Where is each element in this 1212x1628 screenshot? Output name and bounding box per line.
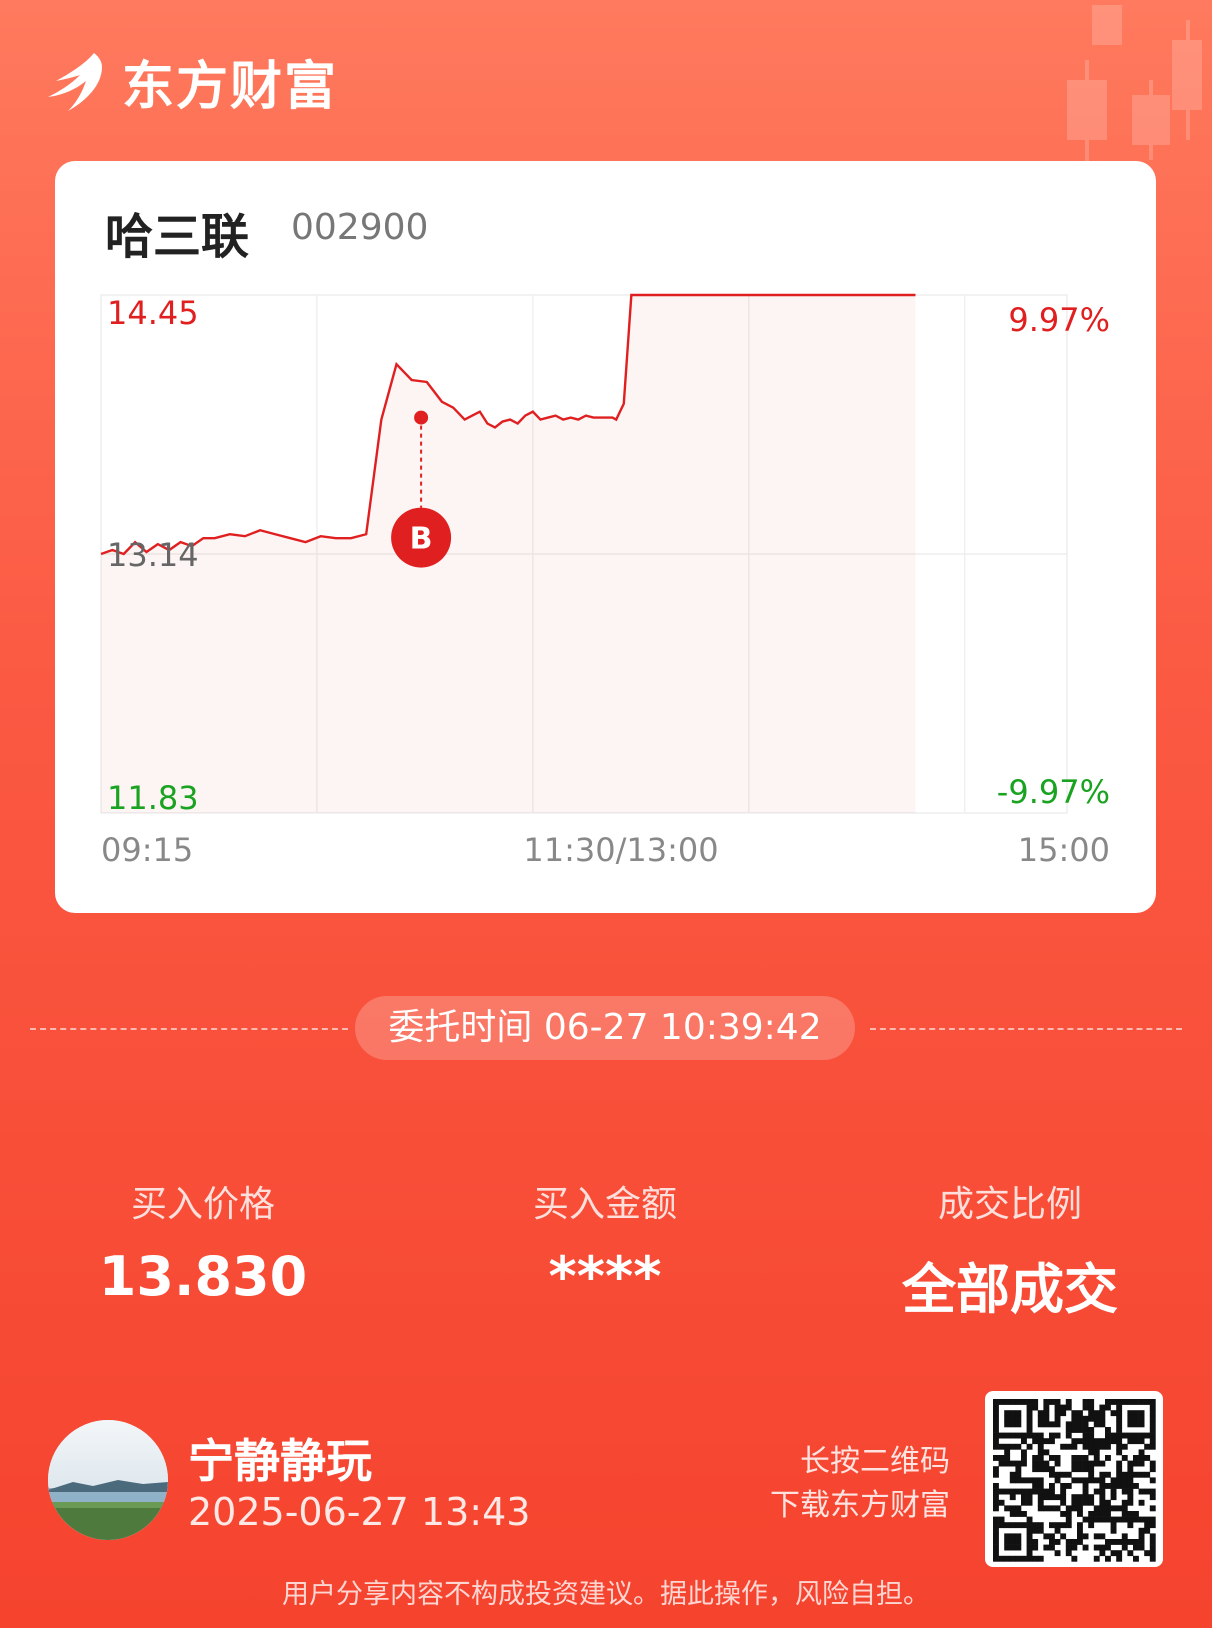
metric-label: 买入金额 bbox=[532, 1184, 677, 1225]
qr-tip-line1: 长按二维码 bbox=[800, 1444, 950, 1479]
time-label-midday: 11:30/13:00 bbox=[523, 831, 718, 869]
price-mid-label: 13.14 bbox=[107, 536, 199, 574]
metric-value: 全部成交 bbox=[902, 1258, 1118, 1321]
user-name: 宁静静玩 bbox=[188, 1434, 372, 1488]
buy-point-dot bbox=[414, 410, 429, 425]
price-low-label: 11.83 bbox=[107, 779, 199, 817]
qr-tip: 长按二维码 下载东方财富 bbox=[740, 1440, 950, 1528]
qr-tip-line2: 下载东方财富 bbox=[770, 1488, 950, 1523]
qr-code-icon bbox=[993, 1399, 1156, 1562]
order-time-pill: 委托时间 06-27 10:39:42 bbox=[355, 996, 855, 1060]
order-time-value: 06-27 10:39:42 bbox=[543, 1007, 822, 1048]
price-area-fill bbox=[101, 295, 916, 813]
metric-value: 13.830 bbox=[98, 1245, 308, 1308]
metric-value: **** bbox=[548, 1245, 662, 1308]
logo-text: 东方财富 bbox=[122, 57, 339, 117]
metric-buy-amount: 买入金额 **** bbox=[455, 1175, 755, 1308]
metric-label: 买入价格 bbox=[130, 1184, 275, 1225]
eastmoney-flame-icon bbox=[48, 52, 102, 111]
metric-fill-ratio: 成交比例 全部成交 bbox=[860, 1175, 1160, 1324]
stock-name: 哈三联 bbox=[105, 209, 250, 265]
time-label-close: 15:00 bbox=[1018, 831, 1110, 869]
qr-code[interactable] bbox=[985, 1391, 1163, 1567]
pct-high-label: 9.97% bbox=[1008, 301, 1110, 339]
stock-code: 002900 bbox=[291, 207, 429, 248]
metric-label: 成交比例 bbox=[937, 1184, 1082, 1225]
background-candlesticks bbox=[1067, 5, 1202, 170]
disclaimer: 用户分享内容不构成投资建议。据此操作，风险自担。 bbox=[282, 1579, 930, 1610]
landscape-avatar-image bbox=[48, 1420, 168, 1540]
dashed-divider-right bbox=[870, 1028, 1182, 1030]
intraday-chart: B 14.45 13.14 11.83 9.97% -9.97% 09:15 1… bbox=[100, 293, 1110, 869]
dashed-divider-left bbox=[30, 1028, 348, 1030]
price-high-label: 14.45 bbox=[107, 294, 199, 332]
order-time-row: 委托时间 06-27 10:39:42 bbox=[0, 996, 1212, 1064]
order-time-label: 委托时间 bbox=[388, 1007, 533, 1048]
time-label-open: 09:15 bbox=[101, 831, 193, 869]
brand-logo: 东方财富 bbox=[46, 44, 338, 119]
share-time: 2025-06-27 13:43 bbox=[188, 1490, 531, 1534]
pct-low-label: -9.97% bbox=[997, 773, 1110, 811]
buy-badge-label: B bbox=[410, 522, 433, 557]
stock-chart-card: B 14.45 13.14 11.83 9.97% -9.97% 09:15 1… bbox=[55, 161, 1156, 913]
metric-buy-price: 买入价格 13.830 bbox=[53, 1175, 353, 1308]
avatar[interactable] bbox=[48, 1420, 168, 1540]
